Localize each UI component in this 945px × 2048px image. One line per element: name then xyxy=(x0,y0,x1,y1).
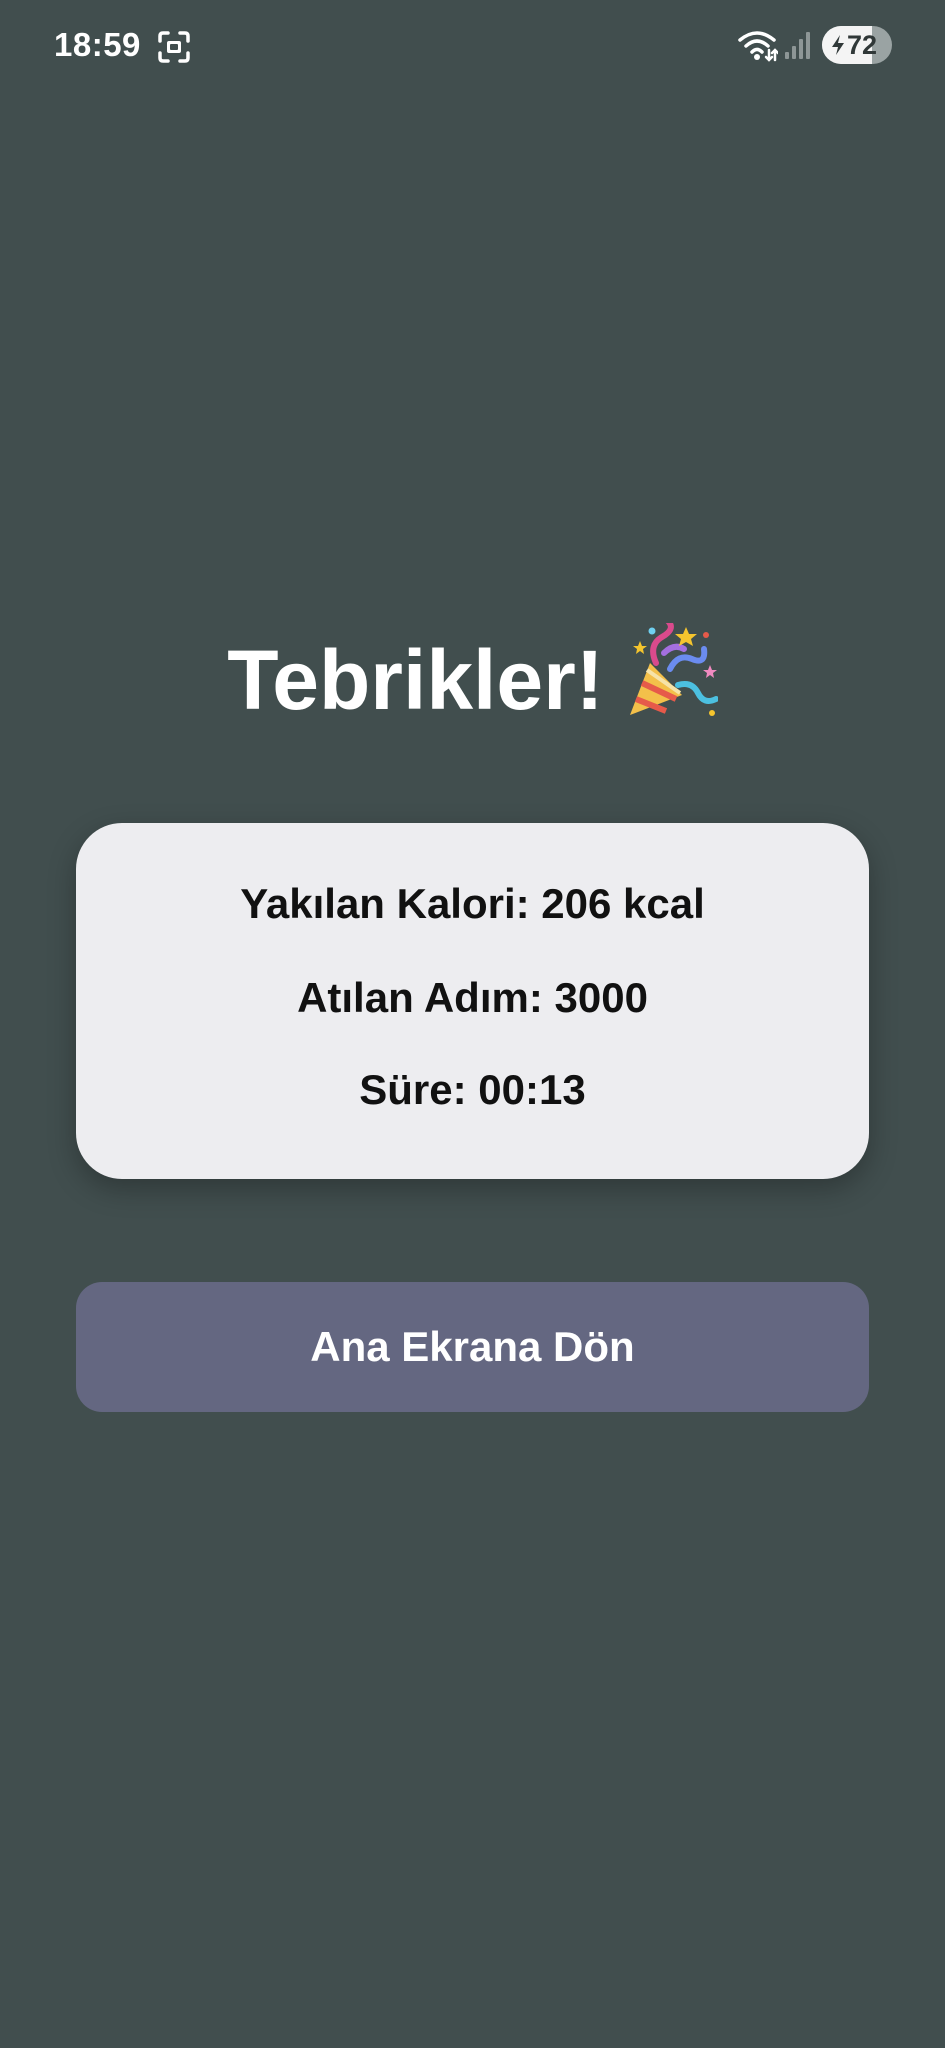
page-title: Tebrikler! xyxy=(227,633,604,727)
signal-icon xyxy=(785,32,810,59)
status-bar: 18:59 72 xyxy=(0,0,945,96)
battery-indicator: 72 xyxy=(822,26,892,64)
party-popper-icon xyxy=(629,622,718,716)
headline: Tebrikler! xyxy=(0,622,945,729)
workout-summary-card: Yakılan Kalori: 206 kcal Atılan Adım: 30… xyxy=(76,823,869,1179)
workout-duration: Süre: 00:13 xyxy=(359,1066,586,1113)
wifi-icon xyxy=(738,31,778,62)
battery-charging-icon xyxy=(832,35,844,55)
battery-level: 72 xyxy=(847,30,878,60)
screenshot-icon xyxy=(158,31,190,63)
return-home-button[interactable]: Ana Ekrana Dön xyxy=(76,1282,869,1412)
calories-burned: Yakılan Kalori: 206 kcal xyxy=(240,880,705,927)
steps-taken: Atılan Adım: 3000 xyxy=(297,974,648,1021)
status-time: 18:59 xyxy=(54,26,141,63)
